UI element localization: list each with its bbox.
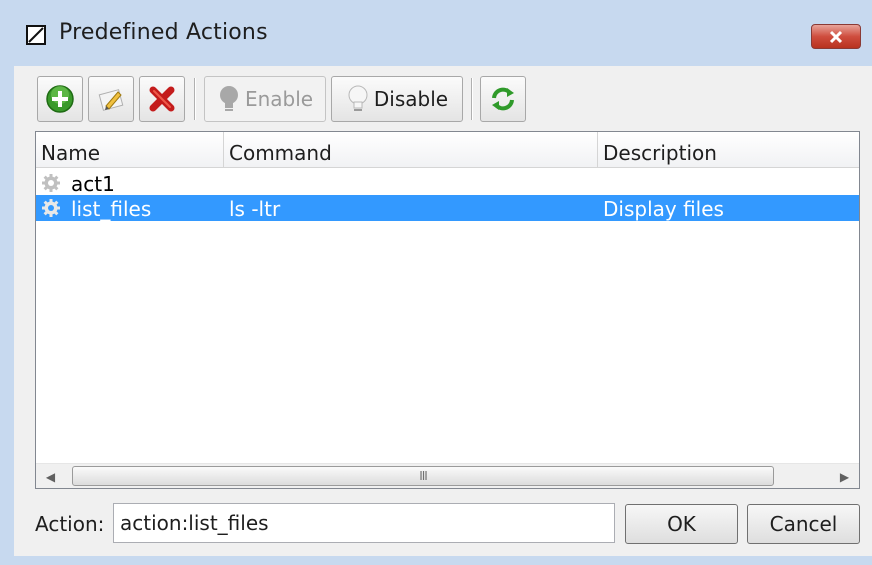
edit-action-button[interactable]	[88, 76, 134, 122]
ok-button[interactable]: OK	[625, 504, 738, 544]
gear-icon	[42, 174, 60, 192]
row-description: Display files	[603, 197, 724, 221]
scrollbar-thumb[interactable]: III	[72, 466, 774, 486]
column-header-description[interactable]: Description	[598, 132, 859, 167]
close-icon	[829, 30, 843, 43]
gear-icon	[42, 199, 60, 217]
scrollbar-grip: III	[419, 469, 428, 483]
actions-list[interactable]: Name Command Description act1 list_files…	[35, 131, 860, 489]
predefined-actions-dialog: Predefined Actions Enable Disable Name C…	[0, 0, 872, 565]
column-header-command[interactable]: Command	[224, 132, 598, 167]
window-title: Predefined Actions	[59, 20, 268, 45]
lightbulb-off-icon	[219, 86, 238, 111]
enable-button[interactable]: Enable	[204, 76, 326, 122]
toolbar: Enable Disable	[37, 74, 857, 124]
list-item-selected[interactable]: list_files ls -ltr Display files	[36, 195, 859, 221]
horizontal-scrollbar[interactable]: ◀ III ▶	[36, 463, 859, 488]
toolbar-separator	[471, 78, 472, 120]
window-icon	[26, 25, 46, 45]
plus-circle-icon	[46, 85, 74, 113]
toolbar-separator	[194, 78, 195, 120]
add-action-button[interactable]	[37, 76, 83, 122]
refresh-icon	[492, 87, 514, 111]
action-field[interactable]	[113, 503, 615, 543]
scroll-right-arrow[interactable]: ▶	[832, 464, 857, 488]
close-button[interactable]	[811, 24, 861, 49]
row-name: act1	[71, 172, 115, 196]
action-label: Action:	[35, 512, 105, 536]
delete-action-button[interactable]	[139, 76, 185, 122]
row-command: ls -ltr	[229, 197, 281, 221]
scroll-left-arrow[interactable]: ◀	[38, 464, 63, 488]
list-item[interactable]: act1	[36, 170, 859, 196]
red-x-icon	[149, 86, 175, 112]
pencil-icon	[98, 89, 124, 111]
refresh-button[interactable]	[480, 76, 526, 122]
cancel-button[interactable]: Cancel	[747, 504, 860, 544]
column-header-name[interactable]: Name	[36, 132, 224, 167]
list-header: Name Command Description	[36, 132, 859, 168]
title-bar[interactable]: Predefined Actions	[0, 0, 872, 66]
enable-label: Enable	[244, 87, 314, 111]
disable-button[interactable]: Disable	[331, 76, 463, 122]
lightbulb-icon	[348, 85, 368, 111]
disable-label: Disable	[373, 87, 449, 111]
row-name: list_files	[71, 197, 152, 221]
